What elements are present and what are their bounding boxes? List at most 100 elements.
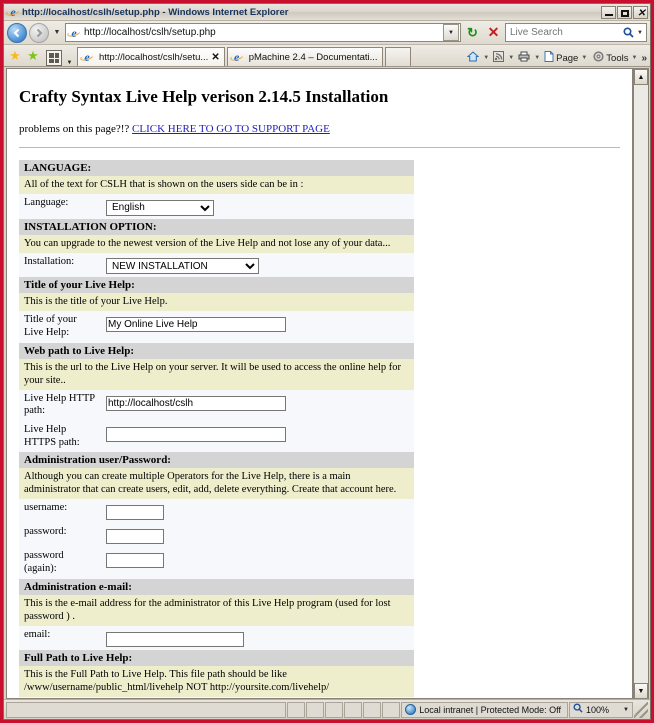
section-header-row: Full Path to Live Help: [19,649,414,666]
separator-chevron-icon[interactable]: ▼ [482,55,490,61]
field-label: Live Help HTTP path: [24,392,95,417]
tab-favicon-icon: e [229,51,245,63]
select-installation[interactable]: NEW INSTALLATION [106,258,259,275]
field-control-cell [101,499,414,523]
feeds-button[interactable] [491,51,506,65]
field-label: Installation: [24,255,75,267]
section-description: This is the url to the Live Help on your… [19,358,414,390]
zoom-control[interactable]: 100% ▼ [569,701,633,718]
page-vertical-scrollbar[interactable]: ▲ ▼ [633,68,649,699]
home-button[interactable] [465,51,481,65]
search-dropdown-icon[interactable]: ▼ [636,30,644,36]
tab-favicon-icon: e [79,51,95,63]
separator-chevron-icon[interactable]: ▼ [533,55,541,61]
address-dropdown-icon[interactable]: ▼ [443,24,459,41]
search-icon[interactable] [620,27,636,38]
print-button[interactable] [516,51,532,65]
zoom-dropdown-icon[interactable]: ▼ [623,707,629,713]
navigation-bar: ▼ e http://localhost/cslh/setup.php ▼ ↻ … [4,21,650,45]
status-cell [287,701,306,718]
command-bar: ▼ ▼ ▼ Page ▼ Tools ▼ » [465,51,647,66]
browser-window: e http://localhost/cslh/setup.php - Wind… [3,3,651,720]
web-page: Crafty Syntax Live Help verison 2.14.5 I… [6,68,633,699]
content-area: Crafty Syntax Live Help verison 2.14.5 I… [4,67,650,699]
status-bar: Local intranet | Protected Mode: Off 100… [4,699,650,719]
command-bar-overflow-icon[interactable]: » [641,53,647,64]
resize-grip[interactable] [634,701,648,718]
section-description: All of the text for CSLH that is shown o… [19,176,414,195]
support-page-link[interactable]: CLICK HERE TO GO TO SUPPORT PAGE [132,123,330,135]
page-menu-button[interactable]: Page ▼ [542,51,590,65]
add-to-favorites-icon[interactable]: ★ [25,46,41,66]
address-bar[interactable]: e http://localhost/cslh/setup.php ▼ [65,23,461,42]
stop-icon[interactable]: ✕ [484,23,503,42]
section-header-row: Administration e-mail: [19,578,414,595]
section-header-row: Web path to Live Help: [19,342,414,359]
input-username[interactable] [106,505,164,521]
forward-button[interactable] [29,22,49,43]
page-menu-chevron-icon[interactable]: ▼ [580,55,588,61]
field-control-cell [101,421,414,452]
scroll-track[interactable] [634,85,648,683]
input-password[interactable] [106,529,164,545]
section-heading: Web path to Live Help: [19,342,414,359]
scroll-up-button[interactable]: ▲ [634,69,648,85]
input-live-help-http-path[interactable] [106,395,286,411]
input-password--again[interactable] [106,553,164,569]
close-button[interactable]: ✕ [633,5,648,19]
tab-pmachine-documentation[interactable]: e pMachine 2.4 – Documentati... [226,47,383,66]
address-url-text[interactable]: http://localhost/cslh/setup.php [84,27,443,38]
tools-menu-label: Tools [606,52,629,64]
field-label: Title of your Live Help: [24,314,77,338]
field-label: password (again): [24,550,64,575]
field-label: Language: [24,197,69,209]
security-zone-indicator[interactable]: Local intranet | Protected Mode: Off [401,701,568,718]
section-header-row: Administration user/Password: [19,452,414,469]
section-heading: Title of your Live Help: [19,277,414,294]
section-heading: Full Path to Live Help: [19,649,414,666]
form-field-row: password (again): [19,547,414,579]
search-box[interactable]: ▼ [505,23,647,42]
select-language[interactable]: English [106,199,214,216]
tab-close-icon[interactable]: ✕ [211,52,219,63]
form-field-row: Full Path to Live Help: [19,697,414,698]
section-heading: Administration e-mail: [19,578,414,595]
zoom-level-label: 100% [586,704,610,715]
window-controls: ✕ [601,5,648,19]
horizontal-rule [19,147,620,148]
tab-label: http://localhost/cslh/setu... [99,51,209,63]
tools-menu-chevron-icon[interactable]: ▼ [630,55,638,61]
screenshot-frame: e http://localhost/cslh/setup.php - Wind… [0,0,654,723]
status-cell [363,701,382,718]
field-control-cell [101,697,414,698]
form-field-row: email: [19,625,414,650]
back-button[interactable] [7,22,27,43]
tab-list-chevron-icon[interactable]: ▼ [64,60,75,66]
installation-form: LANGUAGE: All of the text for CSLH that i… [19,160,414,698]
refresh-icon[interactable]: ↻ [463,23,482,42]
new-tab-button[interactable] [384,47,411,66]
field-label: username: [24,502,68,514]
search-input[interactable] [508,26,620,39]
input-title-of-your-live-help[interactable] [106,317,286,333]
maximize-button[interactable] [617,5,632,19]
field-label: Live Help HTTPS path: [24,424,80,448]
input-email[interactable] [106,631,244,647]
quick-tabs-icon[interactable] [46,50,62,66]
separator-chevron-icon[interactable]: ▼ [507,55,515,61]
input-live-help-https-path[interactable] [106,427,286,442]
tools-menu-button[interactable]: Tools ▼ [591,51,640,65]
form-field-row: Live Help HTTP path: [19,389,414,421]
recent-pages-chevron-icon[interactable]: ▼ [51,29,63,36]
status-cell [325,701,344,718]
section-description-row: You can upgrade to the newest version of… [19,234,414,253]
form-field-row: username: [19,499,414,524]
section-header-row: Title of your Live Help: [19,277,414,294]
page-menu-label: Page [556,52,579,64]
section-description-row: This is the url to the Live Help on your… [19,358,414,390]
tab-bar: ★ ★ ▼ e http://localhost/cslh/setu... ✕ … [4,45,650,67]
favorites-center-icon[interactable]: ★ [7,46,23,66]
minimize-button[interactable] [601,5,616,19]
scroll-down-button[interactable]: ▼ [634,683,648,699]
tab-setup-php[interactable]: e http://localhost/cslh/setu... ✕ [77,47,225,66]
